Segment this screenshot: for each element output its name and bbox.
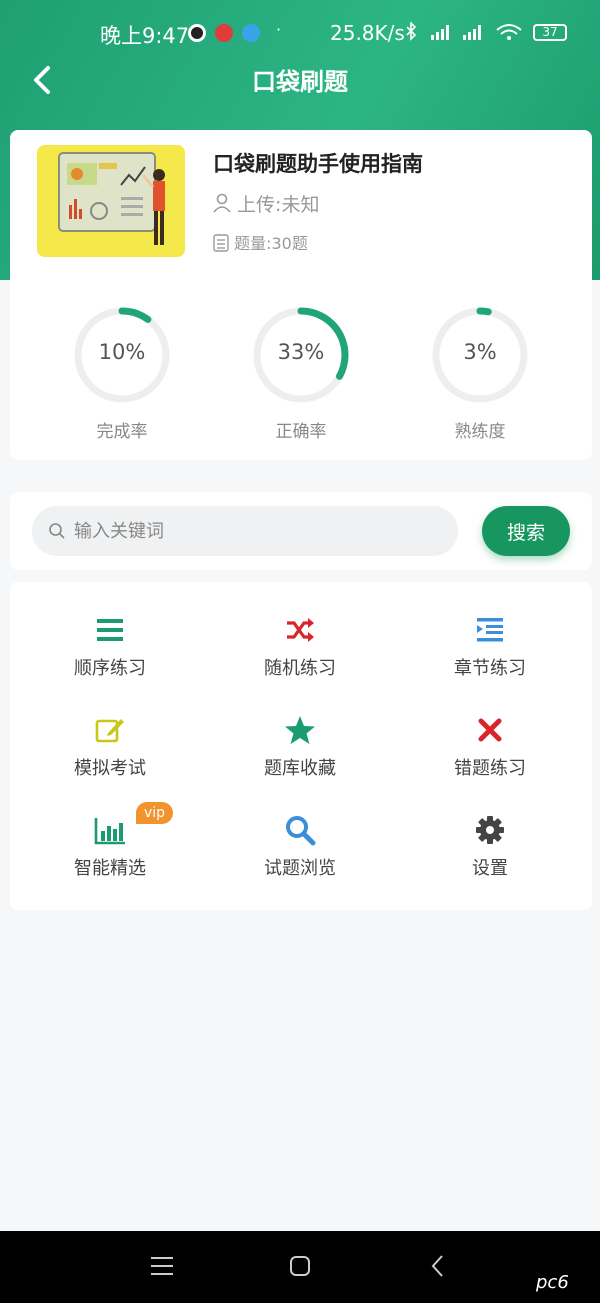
question-bank-card: 口袋刷题助手使用指南 上传:未知 题量:30题 10% 完成率 33% 正确率 [10,130,592,460]
edit-icon [95,719,124,743]
menu-label: 智能精选 [74,858,146,879]
notification-cloud-icon [242,24,260,42]
search-icon [286,816,316,846]
notification-app-icon [215,24,233,42]
status-dot-separator: · [276,20,282,39]
system-back-icon[interactable] [430,1254,446,1278]
menu-label: 设置 [472,858,508,879]
menu-recents-icon[interactable] [150,1255,174,1277]
page-title: 口袋刷题 [252,68,348,96]
question-count-row: 题量:30题 [213,230,308,254]
gauge-label: 熟练度 [454,422,506,442]
bluetooth-signal-wifi-icon [406,21,522,41]
watermark-logo: pc6 [536,1272,569,1293]
menu-label: 错题练习 [454,758,526,779]
search-button[interactable]: 搜索 [482,506,570,556]
gauge-value: 10% [98,340,146,364]
menu-label: 题库收藏 [264,758,336,779]
signal-icons [405,21,525,46]
menu-label: 顺序练习 [74,658,146,679]
gauge-accuracy: 33% 正确率 [241,305,361,442]
gauge-label: 完成率 [96,422,148,442]
status-bar: 晚上9:47 · 25.8K/s 37 [0,0,600,64]
search-input[interactable] [74,506,444,556]
menu-mock-exam[interactable]: 模拟考试 [20,714,200,804]
battery-indicator: 37 [533,24,567,41]
menu-label: 章节练习 [454,658,526,679]
chapter-indent-icon [477,618,503,642]
bar-chart-icon [94,818,125,845]
search-card: 搜索 [10,492,592,570]
gauge-label: 正确率 [275,422,327,442]
search-box[interactable] [32,506,458,556]
uploader-text: 上传:未知 [237,194,320,216]
network-speed: 25.8K/s [330,21,405,45]
shuffle-icon [287,618,314,642]
gauge-completion: 10% 完成率 [62,305,182,442]
menu-label: 模拟考试 [74,758,146,779]
close-x-icon [478,718,502,742]
vip-badge: vip [136,802,174,824]
menu-random-practice[interactable]: 随机练习 [210,614,390,704]
status-time: 晚上9:47 [100,24,190,48]
gear-icon [476,816,504,844]
question-count-text: 题量:30题 [234,234,308,253]
menu-label: 随机练习 [264,658,336,679]
gauge-proficiency: 3% 熟练度 [420,305,540,442]
uploader-row: 上传:未知 [213,190,319,217]
star-icon [285,716,315,744]
list-icon [97,619,123,641]
system-navigation-bar [0,1231,600,1303]
search-icon [49,523,65,539]
user-icon [213,193,231,213]
menu-wrong-questions[interactable]: 错题练习 [400,714,580,804]
list-doc-icon [213,234,229,252]
cover-image [37,145,185,257]
menu-sequential-practice[interactable]: 顺序练习 [20,614,200,704]
menu-smart-selection[interactable]: vip 智能精选 [20,802,200,904]
gauge-value: 33% [277,340,325,364]
menu-browse-questions[interactable]: 试题浏览 [210,814,390,904]
notification-camera-icon [188,24,206,42]
menu-settings[interactable]: 设置 [400,814,580,904]
menu-label: 试题浏览 [264,858,336,879]
menu-chapter-practice[interactable]: 章节练习 [400,614,580,704]
menu-favorites[interactable]: 题库收藏 [210,714,390,804]
bank-title: 口袋刷题助手使用指南 [213,152,423,176]
home-icon[interactable] [289,1255,311,1277]
function-menu: 顺序练习 随机练习 章节练习 模拟考试 题库收藏 错题练习 vip 智能精选 试… [10,582,592,910]
gauge-value: 3% [463,340,497,364]
presentation-illustration [37,145,185,257]
navigation-bar: 口袋刷题 [0,60,600,100]
